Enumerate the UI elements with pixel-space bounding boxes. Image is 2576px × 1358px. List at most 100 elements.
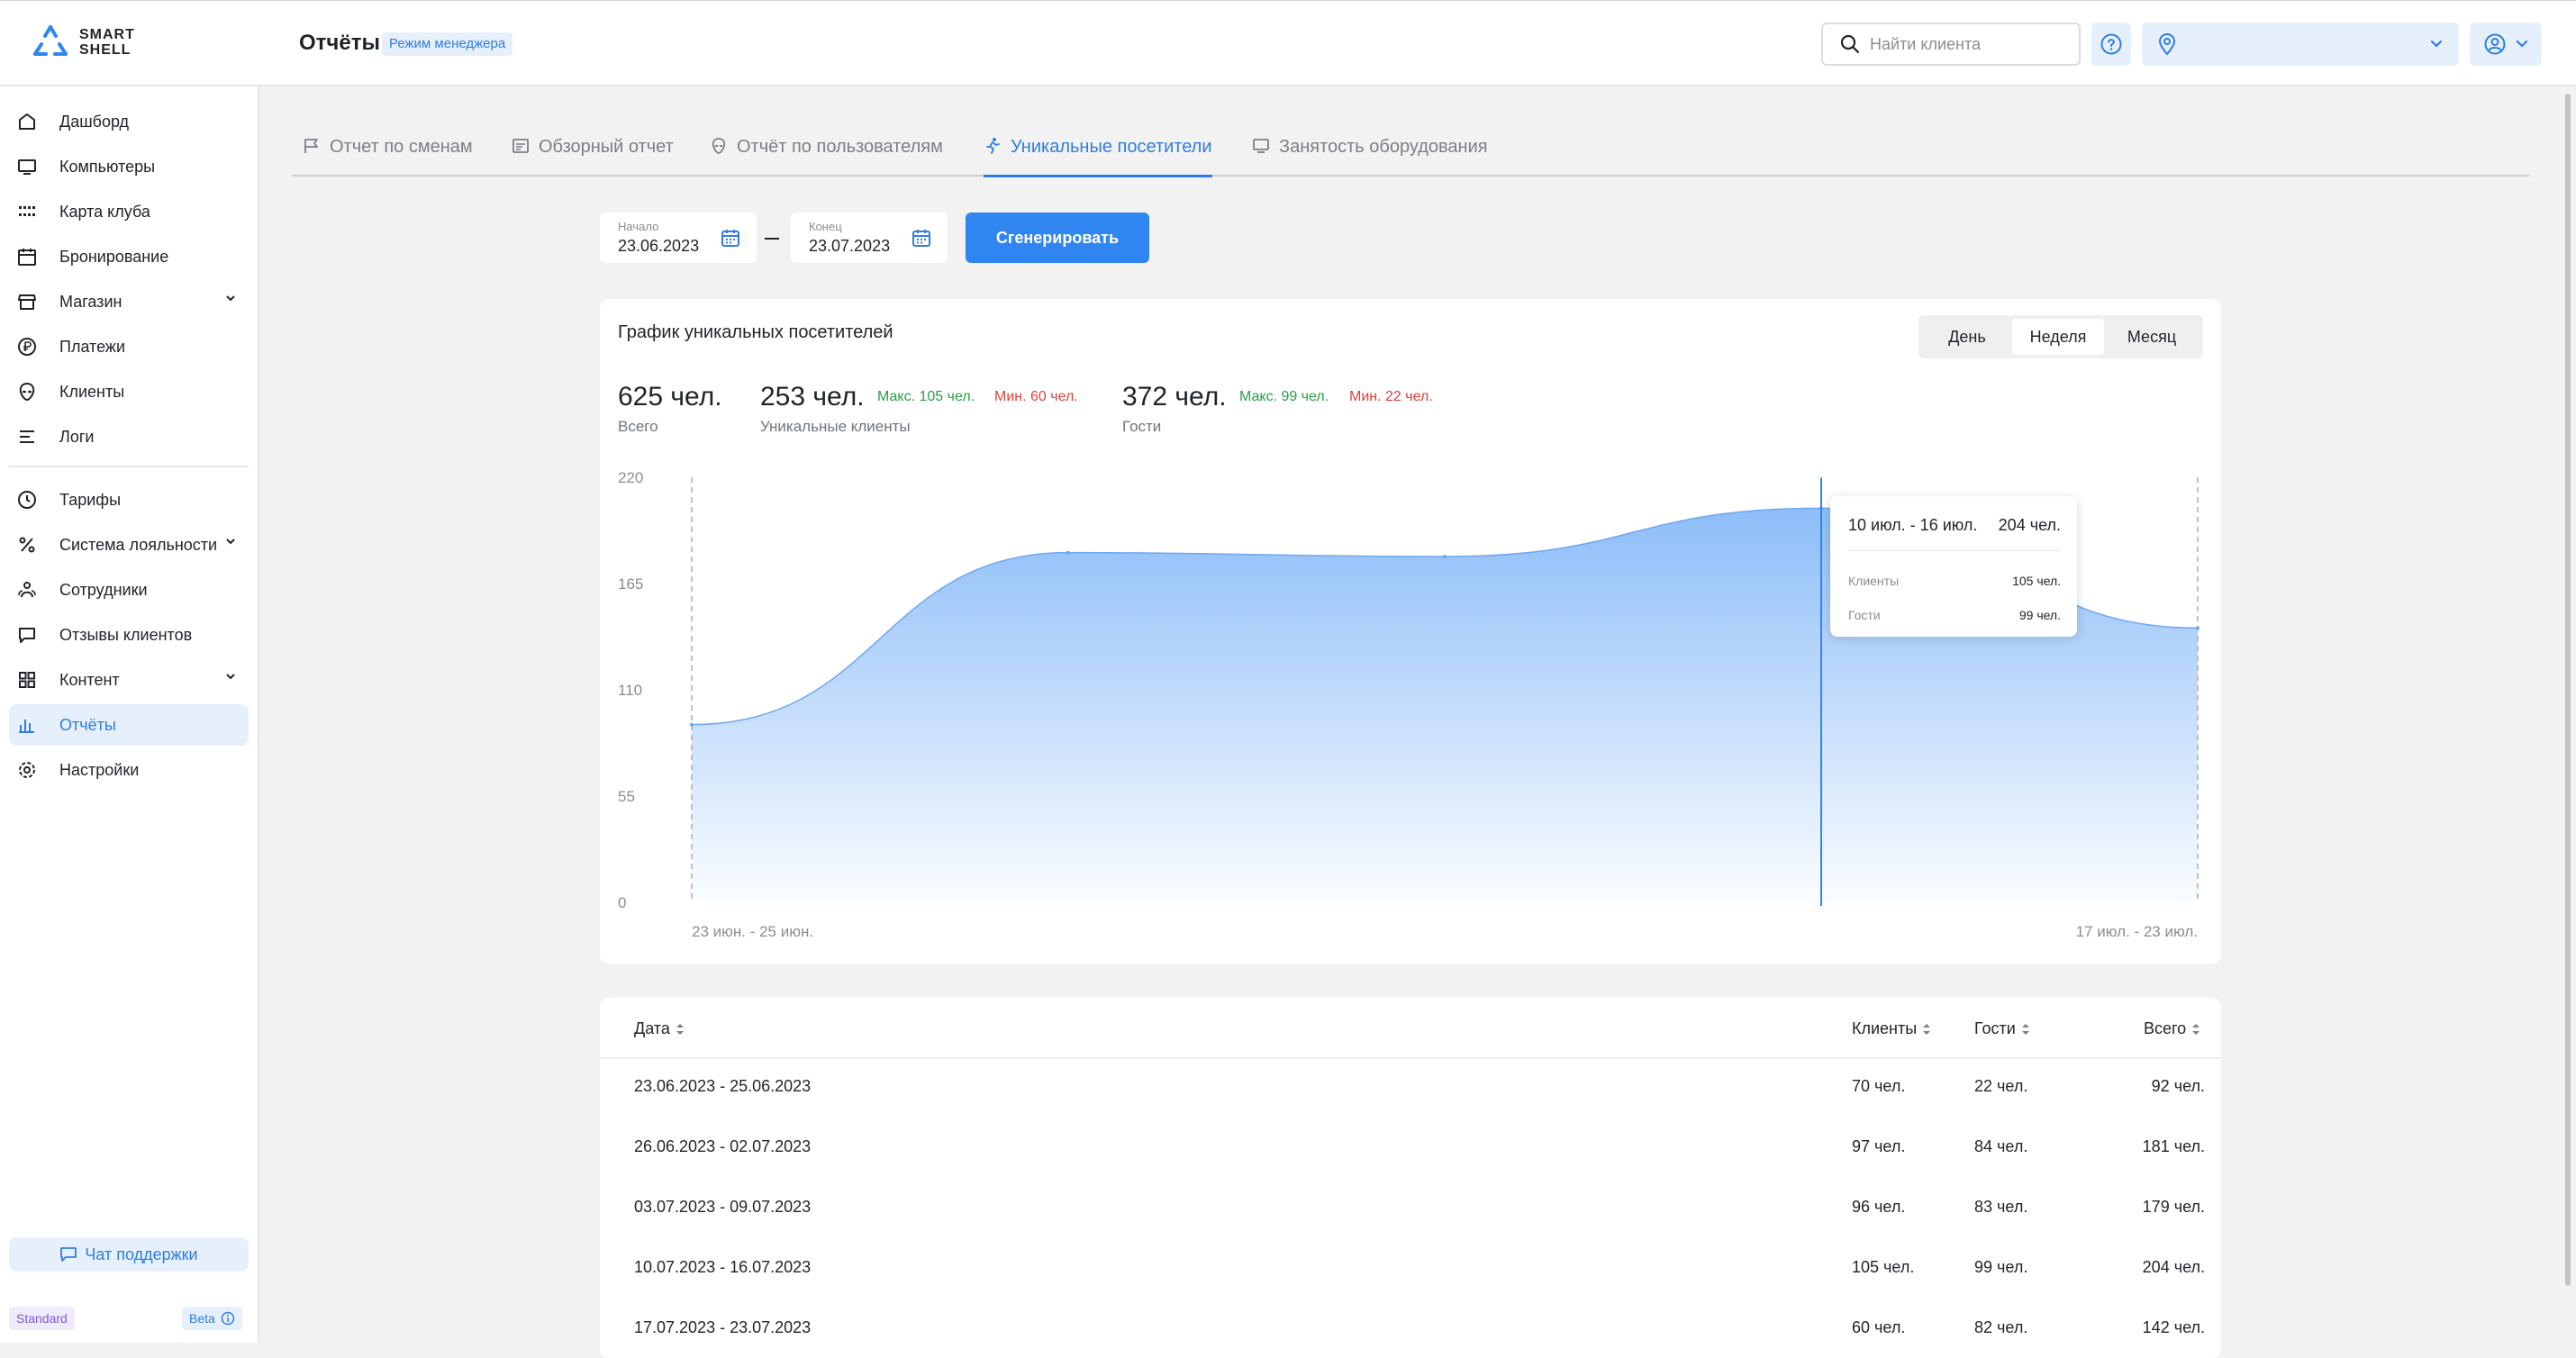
beta-badge[interactable]: Beta [182,1307,242,1330]
tab-equipment-usage[interactable]: Занятость оборудования [1252,131,1488,177]
calendar-icon [16,246,38,267]
unique-visitors-chart-card: График уникальных посетителей День Недел… [600,299,2221,964]
y-tick-label: 165 [618,575,643,593]
cell-total: 179 чел. [2142,1198,2205,1216]
sidebar-item-label: Клиенты [59,382,125,401]
coin-icon [16,336,38,358]
logo[interactable]: SMART SHELL [31,24,135,60]
tab-unique-visitors[interactable]: Уникальные посетители [984,131,1212,177]
chevron-down-icon [2516,40,2528,49]
calendar-icon[interactable] [721,228,740,248]
sort-icon [2021,1022,2030,1037]
sidebar-item-clients[interactable]: Клиенты [9,371,249,412]
logo-text: SMART SHELL [79,27,135,58]
sidebar-item-dashboard[interactable]: Дашборд [9,101,249,142]
manager-mode-badge: Режим менеджера [382,32,513,56]
chart-tooltip: 10 июл. - 16 июл. 204 чел. Клиенты 105 ч… [1830,496,2077,637]
help-button[interactable] [2091,23,2131,66]
client-search[interactable] [1821,23,2081,66]
cell-clients: 60 чел. [1852,1318,1906,1336]
club-select[interactable] [2142,23,2459,66]
sidebar-item-label: Отзывы клиентов [59,625,193,644]
cell-date: 10.07.2023 - 16.07.2023 [634,1258,812,1276]
message-icon [16,624,38,646]
sidebar-item-store[interactable]: Магазин [9,281,249,322]
y-tick-label: 55 [618,788,635,805]
support-chat-label: Чат поддержки [85,1245,198,1263]
sidebar-item-logs[interactable]: Логи [9,416,249,457]
sidebar-item-reports[interactable]: Отчёты [9,704,249,746]
sidebar-item-label: Дашборд [59,112,130,131]
monitor-icon [1252,137,1270,155]
data-point[interactable] [1443,554,1447,558]
column-header-guests[interactable]: Гости [1974,1019,2030,1038]
alien-icon [16,381,38,403]
sidebar-item-club-map[interactable]: Карта клуба [9,191,249,232]
support-chat-button[interactable]: Чат поддержки [9,1237,249,1272]
sidebar-item-loyalty[interactable]: Система лояльности [9,524,249,566]
sidebar-item-tariffs[interactable]: Тарифы [9,479,249,521]
y-tick-label: 110 [618,682,642,699]
sort-icon [1922,1022,1931,1037]
generate-button[interactable]: Сгенерировать [966,213,1149,263]
date-range-dash [765,238,779,240]
sidebar-item-content[interactable]: Контент [9,659,249,701]
alien-icon [710,137,728,155]
sidebar-item-label: Контент [59,670,120,689]
sort-icon [676,1022,685,1037]
cell-guests: 22 чел. [1974,1077,2028,1095]
cell-date: 17.07.2023 - 23.07.2023 [634,1318,812,1336]
cell-clients: 70 чел. [1852,1077,1906,1095]
sidebar-item-label: Сотрудники [59,580,148,599]
tooltip-clients-value: 105 чел. [2012,574,2061,588]
column-header-clients[interactable]: Клиенты [1852,1019,1931,1038]
sidebar-item-staff[interactable]: Сотрудники [9,569,249,611]
cell-date: 03.07.2023 - 09.07.2023 [634,1198,812,1216]
tab-shifts-report[interactable]: Отчет по сменам [303,131,473,177]
tab-users-report[interactable]: Отчёт по пользователям [710,131,943,177]
sidebar-item-booking[interactable]: Бронирование [9,236,249,277]
cell-date: 23.06.2023 - 25.06.2023 [634,1077,812,1095]
sort-icon [2191,1022,2200,1037]
sidebar-item-label: Логи [59,427,95,446]
cell-date: 26.06.2023 - 02.07.2023 [634,1137,812,1155]
sidebar: Дашборд Компьютеры Карта клуба Бронирова… [0,86,259,1343]
sidebar-divider [9,466,249,467]
x-tick-label: 17 июл. - 23 июл. [2076,923,2198,940]
tooltip-total: 204 чел. [1998,516,2061,534]
y-tick-label: 0 [618,894,626,911]
page-scrollbar[interactable] [2565,94,2571,1286]
calendar-icon[interactable] [912,228,931,248]
sidebar-item-reviews[interactable]: Отзывы клиентов [9,614,249,656]
user-menu-button[interactable] [2470,23,2542,66]
sidebar-item-payments[interactable]: Платежи [9,326,249,367]
data-point[interactable] [690,722,694,727]
logo-icon [31,24,70,60]
cell-total: 204 чел. [2142,1258,2205,1276]
tooltip-range: 10 июл. - 16 июл. [1848,516,1978,534]
data-point[interactable] [1066,550,1070,555]
search-input[interactable] [1870,34,2068,54]
home-icon [16,111,38,132]
column-header-total[interactable]: Всего [2144,1019,2200,1038]
sidebar-item-computers[interactable]: Компьютеры [9,146,249,187]
data-point[interactable] [2196,626,2200,630]
top-header: SMART SHELL Отчёты Режим менеджера [0,0,2576,86]
clock-icon [16,489,38,511]
runner-icon [984,137,1002,155]
sidebar-item-label: Бронирование [59,247,169,266]
percent-icon [16,534,38,556]
sidebar-item-settings[interactable]: Настройки [9,749,249,791]
cell-guests: 84 чел. [1974,1137,2028,1155]
tab-overview-report[interactable]: Обзорный отчет [512,131,674,177]
chevron-down-icon [225,294,236,302]
sidebar-item-label: Платежи [59,337,126,356]
end-date-field[interactable]: Конец 23.07.2023 [791,213,948,263]
plan-badge: Standard [9,1307,75,1330]
column-header-date[interactable]: Дата [634,1019,685,1038]
start-date-field[interactable]: Начало 23.06.2023 [600,213,757,263]
sidebar-item-label: Карта клуба [59,202,150,221]
tooltip-divider [1848,550,2061,551]
tooltip-guests-value: 99 чел. [2018,608,2061,622]
location-pin-icon [2156,32,2178,56]
